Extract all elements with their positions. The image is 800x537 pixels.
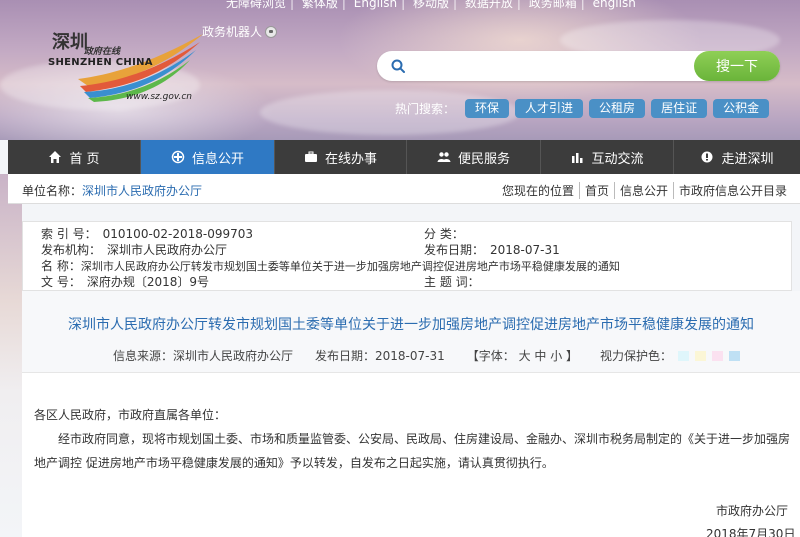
top-link[interactable]: English — [354, 0, 397, 10]
keywords-label: 主 题 词： — [424, 275, 480, 289]
org-label: 发布机构： — [41, 243, 102, 257]
left-decoration — [0, 174, 22, 537]
article-source: 信息来源：深圳市人民政府办公厅 — [113, 349, 294, 363]
eye-color-swatch[interactable] — [678, 350, 690, 361]
article-header: 深圳市人民政府办公厅转发市规划国土委等单位关于进一步加强房地产调控促进房地产市场… — [22, 291, 800, 373]
article: 深圳市人民政府办公厅转发市规划国土委等单位关于进一步加强房地产调控促进房地产市场… — [22, 291, 800, 537]
article-salutation: 各区人民政府，市政府直属各单位： — [34, 408, 227, 422]
gov-robot-link[interactable]: 政务机器人 — [202, 23, 278, 40]
search-bar: 搜一下 — [377, 51, 780, 81]
top-link[interactable]: 无障碍浏览 — [226, 0, 286, 10]
top-link[interactable]: 繁体版 — [302, 0, 338, 10]
nav-label: 互动交流 — [591, 151, 644, 167]
article-body: 各区人民政府，市政府直属各单位： 经市政府同意，现将市规划国土委、市场和质量监管… — [34, 403, 794, 475]
index-value: 010100-02-2018-099703 — [102, 227, 254, 241]
pubdate-value: 2018-07-31 — [490, 243, 560, 257]
site-logo[interactable]: 深圳 政府在线 SHENZHEN CHINA www.sz.gov.cn — [38, 28, 208, 108]
info-row-keywords: 主 题 词： — [424, 273, 486, 289]
hot-tag[interactable]: 公租房 — [589, 99, 646, 118]
info-icon — [171, 150, 185, 164]
article-date: 发布日期：2018-07-31 — [315, 349, 445, 363]
nav-interaction[interactable]: 互动交流 — [541, 140, 674, 174]
breadcrumb: 您现在的位置 首页 信息公开 市政府信息公开目录 — [497, 182, 792, 199]
index-label: 索 引 号： — [41, 227, 97, 241]
nav-label: 信息公开 — [191, 151, 244, 167]
top-link[interactable]: 数据开放 — [465, 0, 513, 10]
hot-tag[interactable]: 居住证 — [651, 99, 708, 118]
article-signature: 市政府办公厅 — [716, 504, 789, 518]
building-icon — [701, 151, 713, 163]
hot-tag[interactable]: 公积金 — [713, 99, 770, 118]
search-input[interactable] — [413, 55, 683, 77]
hot-tag[interactable]: 环保 — [465, 99, 510, 118]
search-icon — [391, 59, 405, 73]
eye-color-swatch[interactable] — [712, 350, 724, 361]
docno-label: 文 号： — [41, 275, 81, 289]
unit-label: 单位名称： — [22, 184, 83, 198]
unit-breadcrumb-bar: 单位名称：深圳市人民政府办公厅 您现在的位置 首页 信息公开 市政府信息公开目录 — [8, 174, 800, 204]
document-info: 索 引 号： 010100-02-2018-099703 分 类： 发布机构： 深圳… — [22, 221, 792, 291]
article-paragraph: 经市政府同意，现将市规划国土委、市场和质量监管委、公安局、民政局、住房建设局、金… — [34, 432, 791, 470]
info-row-name: 名 称：深圳市人民政府办公厅转发市规划国土委等单位关于进一步加强房地产调控促进房… — [41, 257, 620, 273]
name-label: 名 称： — [41, 259, 81, 273]
top-links: 无障碍浏览 | 繁体版 | English | 移动版 | 数据开放 | 政务邮箱 | en… — [226, 0, 640, 11]
nav-info-public[interactable]: 信息公开 — [141, 140, 275, 174]
hot-search-label: 热门搜索： — [395, 102, 456, 116]
search-button[interactable]: 搜一下 — [694, 51, 780, 81]
nav-label: 走进深圳 — [721, 151, 774, 167]
article-sign-date: 2018年7月30日 — [706, 527, 796, 537]
unit-name: 单位名称：深圳市人民政府办公厅 — [22, 182, 202, 199]
logo-en: SHENZHEN CHINA — [48, 57, 153, 68]
home-icon — [49, 151, 62, 163]
eye-protect-label: 视力保护色： — [600, 349, 673, 363]
docno-value: 深府办规〔2018〕9号 — [86, 275, 210, 289]
info-row-category: 分 类： — [424, 225, 470, 241]
unit-value-link[interactable]: 深圳市人民政府办公厅 — [82, 184, 202, 198]
robot-icon — [265, 25, 278, 38]
name-value: 深圳市人民政府办公厅转发市规划国土委等单位关于进一步加强房地产调控促进房地产市场… — [80, 260, 620, 273]
org-value: 深圳市人民政府办公厅 — [107, 243, 228, 257]
top-link[interactable]: 政务邮箱 — [529, 0, 577, 10]
nav-home[interactable]: 首 页 — [8, 140, 141, 174]
hot-tag[interactable]: 人才引进 — [515, 99, 584, 118]
logo-url: www.sz.gov.cn — [126, 92, 192, 102]
article-meta: 信息来源：深圳市人民政府办公厅 发布日期：2018-07-31 【字体： 大 中… — [113, 347, 741, 364]
info-row-docno: 文 号： 深府办规〔2018〕9号 — [41, 273, 209, 289]
breadcrumb-link[interactable]: 市政府信息公开目录 — [672, 182, 792, 199]
font-size-controls[interactable]: 【字体： 大 中 小 】 — [467, 347, 578, 364]
nav-public-service[interactable]: 便民服务 — [407, 140, 541, 174]
eye-color-swatch[interactable] — [695, 350, 707, 361]
pubdate-label: 发布日期： — [424, 243, 485, 257]
people-icon — [437, 152, 451, 162]
breadcrumb-link[interactable]: 首页 — [578, 182, 614, 199]
briefcase-icon — [304, 151, 317, 162]
nav-label: 便民服务 — [457, 151, 510, 167]
main-nav: 首 页 信息公开 在线办事 便民服务 互动交流 走进深圳 — [8, 140, 800, 174]
hot-search: 热门搜索： 环保 人才引进 公租房 居住证 公积金 — [395, 99, 770, 118]
chart-icon — [572, 153, 583, 163]
robot-label: 政务机器人 — [202, 25, 263, 39]
nav-label: 在线办事 — [324, 151, 377, 167]
breadcrumb-label: 您现在的位置 — [501, 184, 574, 198]
breadcrumb-link[interactable]: 信息公开 — [613, 182, 673, 199]
site-header: 无障碍浏览 | 繁体版 | English | 移动版 | 数据开放 | 政务邮箱 | en… — [0, 0, 800, 140]
article-title: 深圳市人民政府办公厅转发市规划国土委等单位关于进一步加强房地产调控促进房地产市场… — [68, 317, 754, 333]
info-row-pubdate: 发布日期： 2018-07-31 — [424, 241, 560, 257]
info-row-org: 发布机构： 深圳市人民政府办公厅 — [41, 241, 227, 257]
nav-label: 首 页 — [69, 151, 100, 167]
nav-online-service[interactable]: 在线办事 — [275, 140, 407, 174]
top-link[interactable]: english — [593, 0, 636, 10]
info-row-index: 索 引 号： 010100-02-2018-099703 — [41, 225, 253, 241]
nav-about-shenzhen[interactable]: 走进深圳 — [674, 140, 800, 174]
category-label: 分 类： — [424, 227, 464, 241]
top-link[interactable]: 移动版 — [413, 0, 449, 10]
eye-color-swatch[interactable] — [729, 350, 741, 361]
